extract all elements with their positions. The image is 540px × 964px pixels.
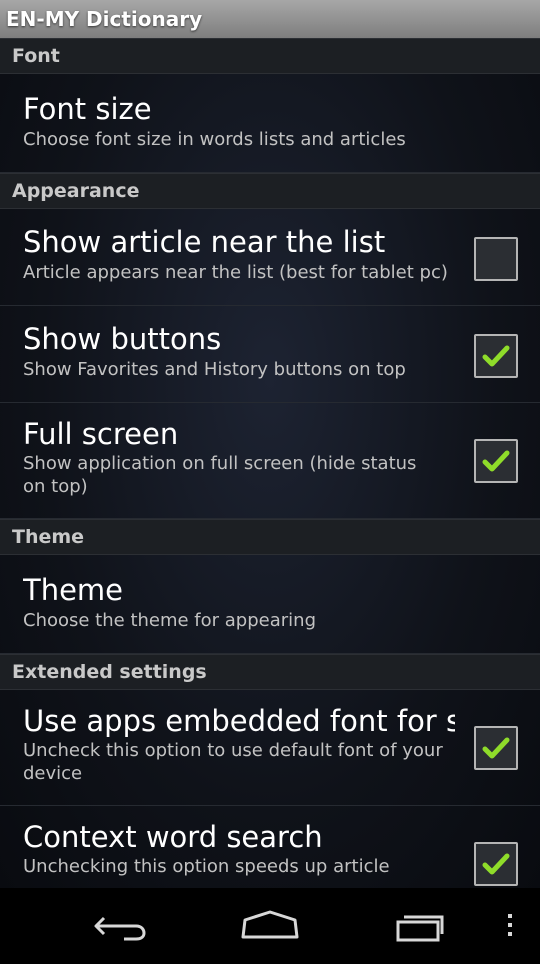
- pref-summary: Unchecking this option speeds up article: [23, 856, 390, 877]
- home-icon: [241, 910, 299, 939]
- section-header-extended: Extended settings: [0, 654, 540, 690]
- app-title-bar: EN-MY Dictionary: [0, 0, 540, 38]
- embedded-font-checkbox[interactable]: [474, 726, 518, 770]
- section-header-theme: Theme: [0, 519, 540, 555]
- pref-title: Theme: [23, 573, 124, 607]
- app-title: EN-MY Dictionary: [6, 7, 203, 31]
- back-button[interactable]: [80, 888, 160, 960]
- pref-title: Context word search: [23, 820, 323, 854]
- pref-theme[interactable]: Theme Choose the theme for appearing: [0, 555, 540, 654]
- pref-summary: Choose the theme for appearing: [23, 610, 317, 631]
- pref-embedded-font[interactable]: Use apps embedded font for s Uncheck thi…: [0, 690, 540, 806]
- pref-title: Use apps embedded font for s: [23, 704, 455, 738]
- recent-apps-button[interactable]: [382, 888, 462, 960]
- check-mark-icon: [482, 737, 510, 759]
- settings-list[interactable]: Font Font size Choose font size in words…: [0, 38, 540, 888]
- pref-title: Font size: [23, 92, 152, 126]
- check-mark-icon: [482, 853, 510, 875]
- pref-summary: Show Favorites and History buttons on to…: [23, 359, 406, 380]
- section-header-appearance: Appearance: [0, 173, 540, 209]
- pref-context-search[interactable]: Context word search Unchecking this opti…: [0, 806, 540, 888]
- context-search-checkbox[interactable]: [474, 842, 518, 886]
- navigation-bar: [0, 888, 540, 960]
- pref-title: Full screen: [23, 417, 179, 451]
- recent-apps-icon: [396, 915, 444, 942]
- pref-show-article[interactable]: Show article near the list Article appea…: [0, 209, 540, 306]
- pref-summary: Article appears near the list (best for …: [23, 262, 448, 283]
- pref-title: Show buttons: [23, 322, 222, 356]
- pref-show-buttons[interactable]: Show buttons Show Favorites and History …: [0, 306, 540, 403]
- section-header-font: Font: [0, 38, 540, 74]
- overflow-menu-button[interactable]: [490, 888, 530, 960]
- full-screen-checkbox[interactable]: [474, 439, 518, 483]
- pref-full-screen[interactable]: Full screen Show application on full scr…: [0, 403, 540, 519]
- pref-summary: Show application on full screen (hide st…: [23, 453, 417, 497]
- check-mark-icon: [482, 345, 510, 367]
- home-button[interactable]: [230, 888, 310, 960]
- pref-title: Show article near the list: [23, 225, 386, 259]
- show-article-checkbox[interactable]: [474, 237, 518, 281]
- pref-summary: Uncheck this option to use default font …: [23, 740, 443, 784]
- pref-font-size[interactable]: Font size Choose font size in words list…: [0, 74, 540, 173]
- show-buttons-checkbox[interactable]: [474, 334, 518, 378]
- pref-summary: Choose font size in words lists and arti…: [23, 129, 406, 150]
- check-mark-icon: [482, 450, 510, 472]
- back-arrow-icon: [94, 916, 146, 941]
- overflow-menu-icon: [508, 914, 512, 936]
